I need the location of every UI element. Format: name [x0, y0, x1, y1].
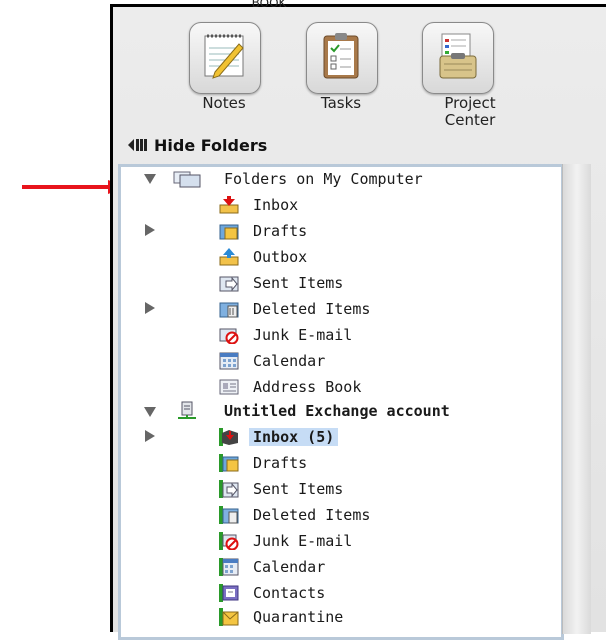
- exchange-folder-sent-items[interactable]: Sent Items: [219, 478, 343, 500]
- project-center-button[interactable]: [422, 22, 494, 94]
- junk-mail-icon: [219, 328, 239, 344]
- folders-on-my-computer-disclosure[interactable]: [142, 171, 158, 187]
- hide-panel-icon: [128, 139, 147, 151]
- exchange-inbox-icon: [219, 428, 238, 446]
- exchange-contacts-icon: [219, 584, 239, 602]
- disclosure-collapsed-icon: [145, 224, 155, 236]
- section-untitled-exchange-account[interactable]: Untitled Exchange account: [176, 400, 450, 422]
- exchange-calendar-icon: [219, 558, 239, 576]
- project-clipboard-icon: [439, 33, 477, 79]
- drafts-icon: [219, 224, 239, 240]
- inbox-icon: [219, 196, 239, 214]
- folder-deleted-items[interactable]: Deleted Items: [219, 298, 370, 320]
- exchange-deleted-icon: [219, 506, 239, 524]
- exchange-folder-quarantine[interactable]: Quarantine: [219, 606, 343, 628]
- tasks-button[interactable]: [306, 22, 378, 94]
- tasks-label: Tasks: [320, 94, 362, 112]
- drafts-disclosure[interactable]: [142, 222, 158, 238]
- exchange-server-icon: [178, 401, 196, 419]
- folder-inbox[interactable]: Inbox: [219, 194, 298, 216]
- exchange-folder-drafts[interactable]: Drafts: [219, 452, 307, 474]
- folder-calendar[interactable]: Calendar: [219, 350, 325, 372]
- exchange-inbox-disclosure[interactable]: [142, 428, 158, 444]
- hide-folders-label: Hide Folders: [154, 135, 268, 155]
- calendar-icon: [219, 352, 239, 370]
- notepad-icon: [204, 34, 244, 79]
- exchange-folder-calendar[interactable]: Calendar: [219, 556, 325, 578]
- folder-outbox[interactable]: Outbox: [219, 246, 307, 268]
- project-center-label: Project Center: [444, 94, 496, 129]
- folder-junk-email[interactable]: Junk E-mail: [219, 324, 352, 346]
- exchange-folder-contacts[interactable]: Contacts: [219, 582, 325, 604]
- exchange-sent-icon: [219, 480, 239, 498]
- notes-label: Notes: [202, 94, 246, 112]
- folder-tree-scrollbar[interactable]: [562, 164, 591, 634]
- exchange-folder-junk-email[interactable]: Junk E-mail: [219, 530, 352, 552]
- deleted-items-icon: [219, 302, 239, 318]
- exchange-drafts-icon: [219, 454, 239, 472]
- disclosure-collapsed-icon: [145, 302, 155, 314]
- exchange-junk-icon: [219, 532, 239, 550]
- exchange-account-disclosure[interactable]: [142, 404, 158, 420]
- section-folders-on-my-computer[interactable]: Folders on My Computer: [172, 168, 423, 190]
- exchange-folder-inbox[interactable]: Inbox (5): [219, 426, 339, 448]
- folder-drafts[interactable]: Drafts: [219, 220, 307, 242]
- toolbar-book-label: Book: [251, 0, 287, 10]
- computer-folders-icon: [173, 171, 201, 188]
- deleted-items-disclosure[interactable]: [142, 300, 158, 316]
- sent-items-icon: [219, 276, 239, 292]
- exchange-folder-deleted-items[interactable]: Deleted Items: [219, 504, 370, 526]
- disclosure-expanded-icon: [144, 407, 156, 417]
- clipboard-icon: [323, 33, 359, 79]
- hide-folders-button[interactable]: Hide Folders: [128, 133, 267, 157]
- disclosure-collapsed-icon: [145, 430, 155, 442]
- notes-button[interactable]: [189, 22, 261, 94]
- outbox-icon: [219, 248, 239, 266]
- address-book-icon: [219, 379, 239, 395]
- folder-address-book[interactable]: Address Book: [219, 376, 361, 398]
- folder-sent-items[interactable]: Sent Items: [219, 272, 343, 294]
- disclosure-expanded-icon: [144, 174, 156, 184]
- exchange-quarantine-icon: [219, 608, 239, 626]
